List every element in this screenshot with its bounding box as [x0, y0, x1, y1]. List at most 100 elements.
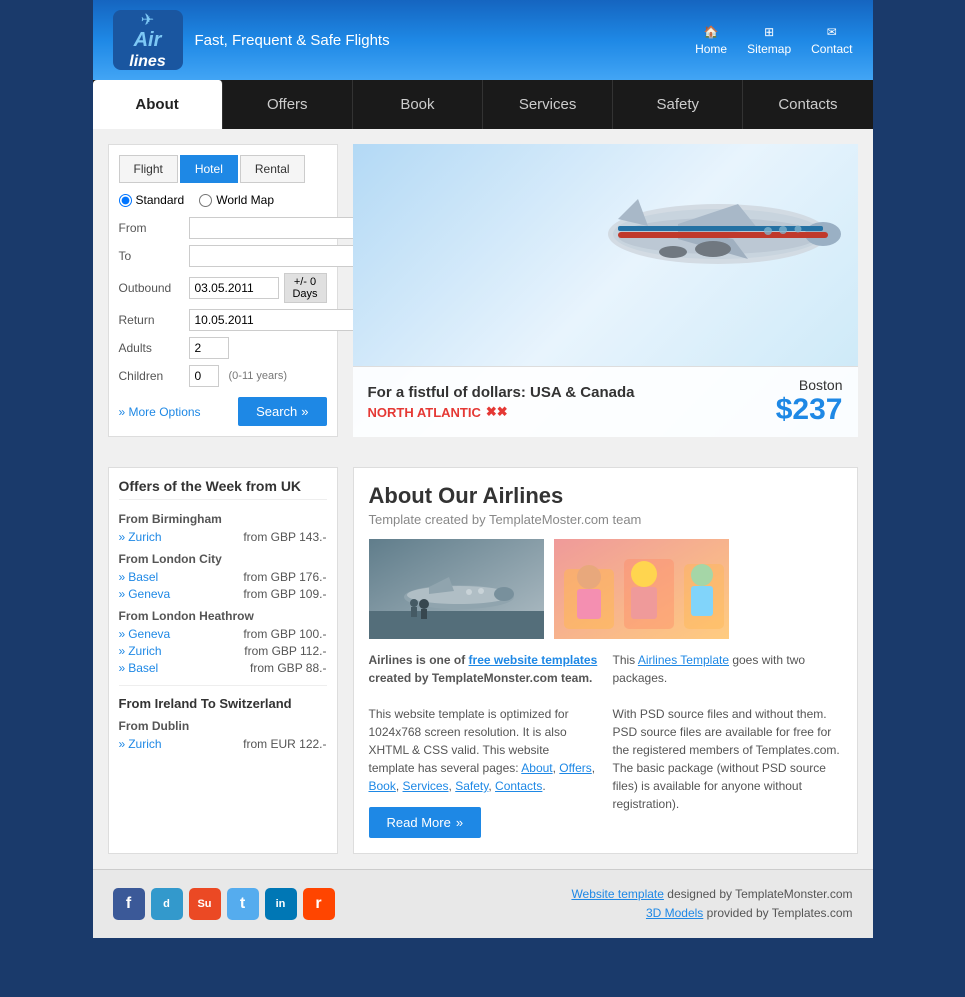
- from-birmingham-title: From Birmingham: [119, 512, 327, 526]
- from-dublin-title: From Dublin: [119, 719, 327, 733]
- basel-link-1[interactable]: » Basel: [119, 570, 159, 584]
- page-container: ✈ Air lines Fast, Frequent & Safe Flight…: [93, 0, 873, 938]
- promo-info: For a fistful of dollars: USA & Canada N…: [368, 384, 635, 420]
- nav-offers[interactable]: Offers: [223, 80, 353, 129]
- 3d-models-link[interactable]: 3D Models: [646, 906, 703, 920]
- children-note: (0-11 years): [229, 370, 287, 382]
- logo-tagline: Fast, Frequent & Safe Flights: [195, 32, 390, 49]
- from-input[interactable]: [189, 217, 356, 239]
- free-templates-link[interactable]: free website templates: [469, 653, 598, 667]
- offer-item: » Zurich from EUR 122.-: [119, 737, 327, 751]
- hero-area: For a fistful of dollars: USA & Canada N…: [353, 144, 858, 437]
- tab-rental[interactable]: Rental: [240, 155, 305, 183]
- offer-item: » Zurich from GBP 143.-: [119, 530, 327, 544]
- geneva-price-1: from GBP 109.-: [243, 587, 326, 601]
- days-button[interactable]: +/- 0 Days: [284, 273, 327, 303]
- about-col2-text2: With PSD source files and without them. …: [613, 705, 842, 813]
- logo-box: ✈ Air lines: [113, 10, 183, 70]
- tab-hotel[interactable]: Hotel: [180, 155, 238, 183]
- basel-price-2: from GBP 88.-: [250, 661, 326, 675]
- contacts-link[interactable]: Contacts: [495, 779, 542, 793]
- offers-title: Offers of the Week from UK: [119, 478, 327, 500]
- radio-row: Standard World Map: [119, 193, 327, 207]
- nav-contacts[interactable]: Contacts: [743, 80, 872, 129]
- contact-nav-item[interactable]: ✉ Contact: [811, 25, 852, 56]
- about-col-2: This Airlines Template goes with two pac…: [613, 651, 842, 838]
- search-arrow-icon: »: [301, 404, 308, 419]
- sitemap-label: Sitemap: [747, 42, 791, 56]
- logo-area: ✈ Air lines Fast, Frequent & Safe Flight…: [113, 10, 390, 70]
- radio-standard[interactable]: Standard: [119, 193, 185, 207]
- outbound-input[interactable]: [189, 277, 279, 299]
- children-input[interactable]: [189, 365, 219, 387]
- basel-link-2[interactable]: » Basel: [119, 661, 159, 675]
- safety-link[interactable]: Safety: [455, 779, 488, 793]
- header: ✈ Air lines Fast, Frequent & Safe Flight…: [93, 0, 873, 80]
- footer: f d Su t in r Website template designed …: [93, 869, 873, 938]
- adults-label: Adults: [119, 341, 184, 355]
- home-nav-item[interactable]: 🏠 Home: [695, 25, 727, 56]
- offer-item: » Zurich from GBP 112.-: [119, 644, 327, 658]
- adults-row: Adults: [119, 337, 327, 359]
- nav-services[interactable]: Services: [483, 80, 613, 129]
- geneva-link-1[interactable]: » Geneva: [119, 587, 171, 601]
- airplane-svg: [518, 144, 858, 344]
- read-more-button[interactable]: Read More »: [369, 807, 482, 838]
- sitemap-nav-item[interactable]: ⊞ Sitemap: [747, 25, 791, 56]
- ireland-section-title: From Ireland To Switzerland: [119, 696, 327, 711]
- nav-about[interactable]: About: [93, 80, 223, 129]
- children-row: Children (0-11 years): [119, 365, 327, 387]
- upper-content: Flight Hotel Rental Standard World Map F…: [93, 129, 873, 452]
- to-input[interactable]: [189, 245, 356, 267]
- hero-promo: For a fistful of dollars: USA & Canada N…: [353, 366, 858, 437]
- from-london-heathrow-title: From London Heathrow: [119, 609, 327, 623]
- basel-price-1: from GBP 176.-: [243, 570, 326, 584]
- lower-content: Offers of the Week from UK From Birmingh…: [93, 452, 873, 869]
- outbound-row: Outbound +/- 0 Days: [119, 273, 327, 303]
- about-link[interactable]: About: [521, 761, 552, 775]
- search-button[interactable]: Search »: [238, 397, 326, 426]
- nav-safety[interactable]: Safety: [613, 80, 743, 129]
- linkedin-icon[interactable]: in: [265, 888, 297, 920]
- return-input[interactable]: [189, 309, 356, 331]
- sitemap-icon: ⊞: [764, 25, 774, 39]
- delicious-icon[interactable]: d: [151, 888, 183, 920]
- about-section: About Our Airlines Template created by T…: [353, 467, 858, 854]
- offers-link[interactable]: Offers: [559, 761, 591, 775]
- about-title: About Our Airlines: [369, 483, 842, 509]
- zurich-link-2[interactable]: » Zurich: [119, 644, 162, 658]
- about-col1-text2: This website template is optimized for 1…: [369, 705, 598, 795]
- adults-input[interactable]: [189, 337, 229, 359]
- stumbleupon-icon[interactable]: Su: [189, 888, 221, 920]
- return-label: Return: [119, 313, 184, 327]
- footer-text: Website template designed by TemplateMon…: [571, 885, 852, 923]
- more-options-link[interactable]: » More Options: [119, 405, 201, 419]
- about-image-plane: [369, 539, 544, 639]
- airlines-template-link[interactable]: Airlines Template: [638, 653, 729, 667]
- zurich-price-2: from GBP 112.-: [244, 644, 326, 658]
- about-image-people: [554, 539, 729, 639]
- social-icons: f d Su t in r: [113, 888, 335, 920]
- tab-flight[interactable]: Flight: [119, 155, 178, 183]
- services-link[interactable]: Services: [403, 779, 449, 793]
- book-link[interactable]: Book: [369, 779, 396, 793]
- form-actions: » More Options Search »: [119, 397, 327, 426]
- reddit-icon[interactable]: r: [303, 888, 335, 920]
- geneva-link-2[interactable]: » Geneva: [119, 627, 171, 641]
- offer-item: » Basel from GBP 88.-: [119, 661, 327, 675]
- facebook-icon[interactable]: f: [113, 888, 145, 920]
- nav-book[interactable]: Book: [353, 80, 483, 129]
- twitter-icon[interactable]: t: [227, 888, 259, 920]
- booking-panel: Flight Hotel Rental Standard World Map F…: [108, 144, 338, 437]
- zurich-link-3[interactable]: » Zurich: [119, 737, 162, 751]
- about-col-1: Airlines is one of free website template…: [369, 651, 598, 838]
- return-row: Return: [119, 309, 327, 331]
- from-label: From: [119, 221, 184, 235]
- zurich-link-1[interactable]: » Zurich: [119, 530, 162, 544]
- website-template-link[interactable]: Website template: [571, 887, 664, 901]
- promo-subtitle: NORTH ATLANTIC ✖✖: [368, 404, 635, 420]
- radio-worldmap[interactable]: World Map: [199, 193, 274, 207]
- contact-icon: ✉: [827, 25, 837, 39]
- arrow-icon: »: [119, 405, 129, 419]
- geneva-price-2: from GBP 100.-: [243, 627, 326, 641]
